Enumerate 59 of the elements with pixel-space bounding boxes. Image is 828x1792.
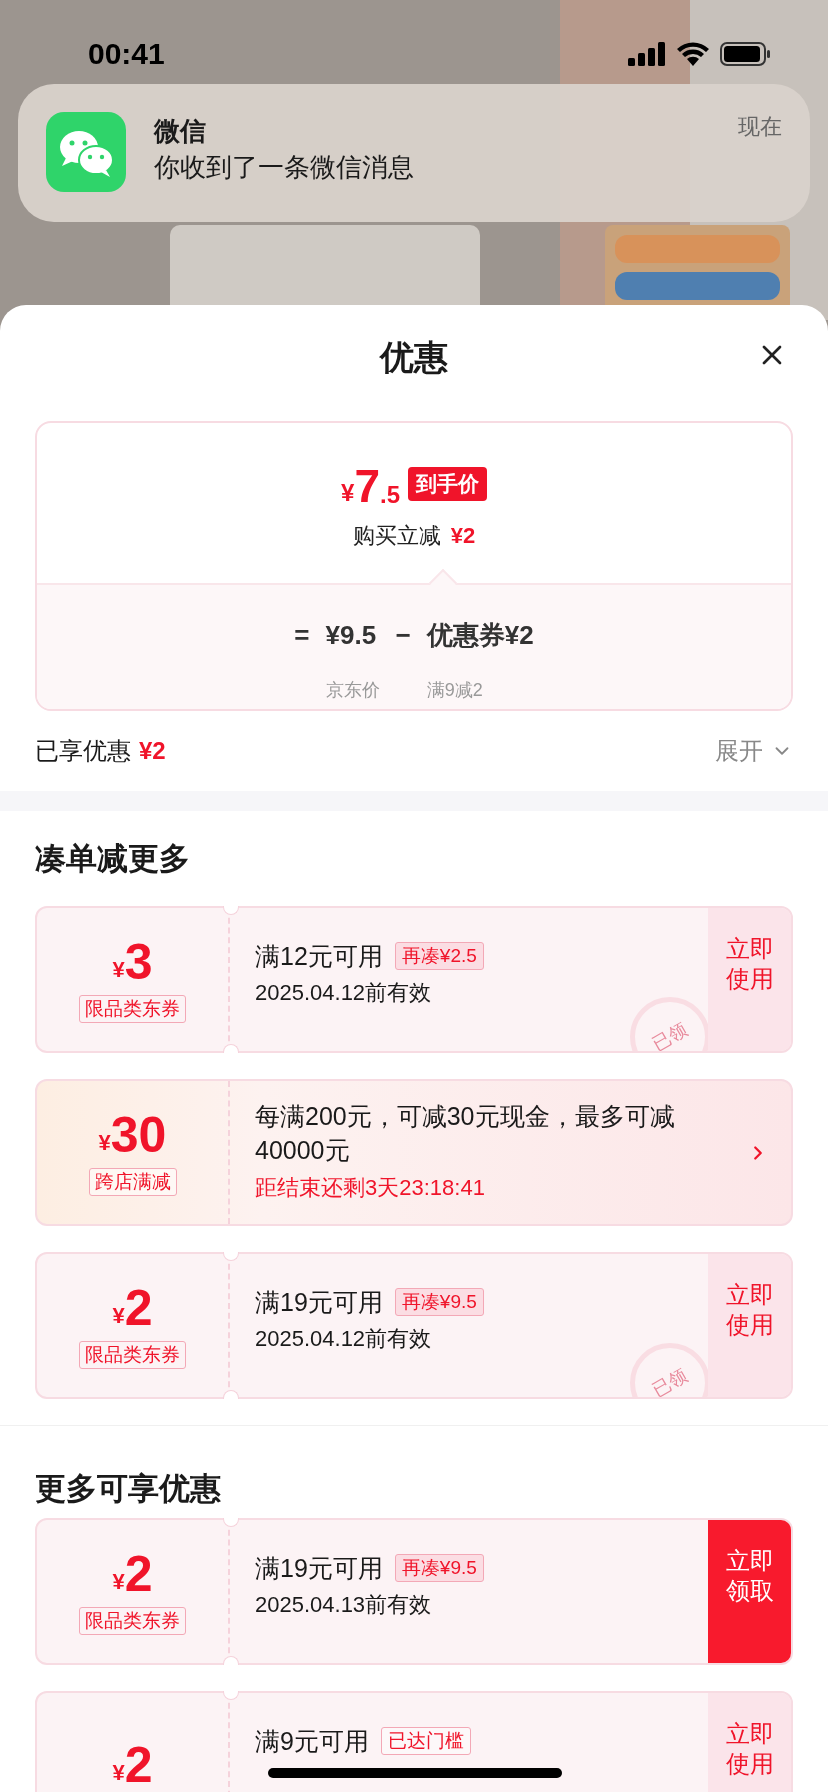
status-time: 00:41 — [88, 39, 165, 69]
coupon-hint: 再凑¥2.5 — [394, 942, 484, 970]
coupon-action-button[interactable]: 立即领取 — [708, 1520, 791, 1663]
sheet-title: 优惠 — [380, 340, 448, 374]
signal-icon — [628, 42, 666, 66]
coupon-currency: ¥ — [112, 1570, 125, 1593]
price-currency: ¥ — [341, 481, 355, 505]
coupon-amount: 2 — [124, 1548, 153, 1599]
notification-banner[interactable]: 微信 你收到了一条微信消息 现在 — [18, 84, 810, 222]
coupon-hint: 再凑¥9.5 — [394, 1288, 484, 1316]
notification-time: 现在 — [738, 113, 782, 141]
coupon-tag: 限品类东券 — [79, 1606, 186, 1635]
notification-message: 你收到了一条微信消息 — [154, 151, 415, 184]
coupon-caption: 满9减2 — [426, 680, 484, 699]
section-title: 更多可享优惠 — [35, 1473, 221, 1504]
coupon-amount: 30 — [110, 1109, 167, 1160]
price-decimal: .5 — [379, 483, 400, 507]
coupon-validity: 2025.04.12前有效 — [255, 1328, 433, 1350]
coupon-action-button[interactable]: 立即使用 — [708, 1693, 791, 1792]
coupon-amount: 2 — [124, 1282, 153, 1333]
coupon-currency: ¥ — [112, 958, 125, 981]
coupon-validity: 2025.04.12前有效 — [255, 982, 433, 1004]
coupon-action-button[interactable]: 立即使用 — [708, 1254, 791, 1397]
coupon-condition: 满19元可用 — [255, 1555, 383, 1581]
minus-sign: − — [395, 621, 411, 648]
coupon-hint: 已达门槛 — [380, 1727, 471, 1755]
coupon-condition: 满12元可用 — [255, 943, 383, 969]
coupon-amount: 2 — [124, 1739, 153, 1790]
expand-toggle[interactable]: 展开 — [715, 739, 793, 763]
coupon-action-button[interactable]: 立即使用 — [708, 908, 791, 1051]
base-price-caption: 京东价 — [325, 680, 380, 699]
coupon-amount: 3 — [124, 936, 153, 987]
final-price-badge: 到手价 — [408, 467, 487, 501]
equals-sign: = — [294, 621, 310, 648]
base-price: ¥9.5 — [325, 621, 378, 648]
section-title: 凑单减更多 — [35, 843, 190, 874]
coupon-tag: 跨店满减 — [88, 1167, 177, 1196]
coupon-hint: 再凑¥9.5 — [394, 1554, 484, 1582]
coupon-validity: 2025.04.13前有效 — [255, 1594, 433, 1616]
coupon-currency: ¥ — [112, 1304, 125, 1327]
savings-amount: ¥2 — [139, 739, 166, 763]
coupon-currency: ¥ — [112, 1761, 125, 1784]
coupon-tag: 限品类东券 — [79, 1340, 186, 1369]
chat-app-icon — [46, 112, 126, 192]
coupon-condition: 满19元可用 — [255, 1289, 383, 1315]
wifi-icon — [676, 42, 710, 66]
coupon-discount: 优惠券¥2 — [426, 621, 534, 648]
promo-countdown: 距结束还剩3天23:18:41 — [255, 1177, 486, 1199]
notification-app-name: 微信 — [154, 115, 207, 148]
price-integer: 7 — [354, 463, 380, 509]
coupon-condition: 满9元可用 — [255, 1728, 369, 1754]
promo-description: 每满200元，可减30元现金，最多可减40000元 — [255, 1101, 676, 1166]
instant-discount-label: 购买立减 — [352, 525, 441, 547]
promo-card[interactable]: ¥30 跨店满减 每满200元，可减30元现金，最多可减40000元 距结束还剩3天23:18:41 — [35, 1079, 793, 1226]
coupon-currency: ¥ — [98, 1131, 111, 1154]
battery-icon — [720, 42, 772, 66]
savings-label: 已享优惠 — [35, 739, 131, 763]
coupon-tag: 限品类东券 — [79, 994, 186, 1023]
instant-discount-amount: ¥2 — [450, 525, 476, 547]
